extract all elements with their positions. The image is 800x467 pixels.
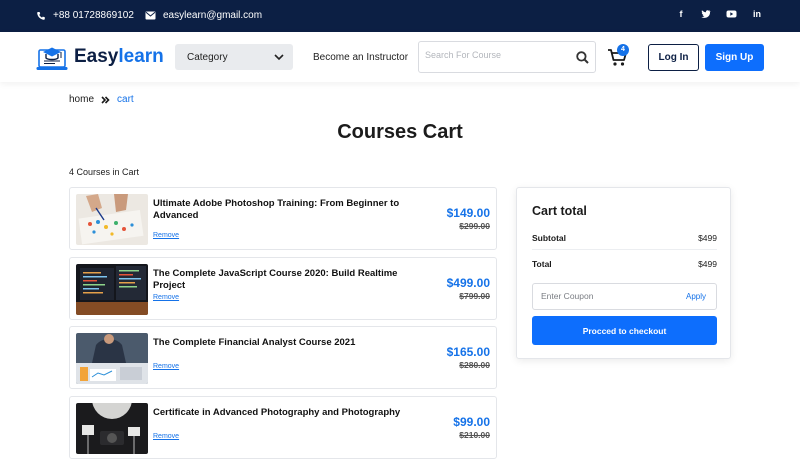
search-box (418, 41, 596, 73)
category-dropdown[interactable]: Category (175, 44, 293, 70)
remove-link[interactable]: Remove (153, 433, 179, 440)
checkout-button[interactable]: Procced to checkout (532, 316, 717, 345)
linkedin-icon[interactable]: in (752, 9, 762, 19)
brand-part-2: learn (118, 46, 164, 67)
main-header: Easylearn Category Become an Instructor … (0, 32, 800, 82)
cart-item: The Complete Financial Analyst Course 20… (69, 326, 497, 389)
email-contact: easylearn@gmail.com (145, 10, 262, 21)
laptop-graduation-cap-icon (36, 47, 68, 70)
remove-link[interactable]: Remove (153, 363, 179, 370)
social-links: f in (676, 9, 762, 19)
search-input[interactable] (425, 50, 565, 60)
course-count: 4 Courses in Cart (69, 167, 140, 177)
course-old-price: $799.00 (459, 291, 490, 301)
course-price: $165.00 (446, 345, 490, 359)
total-row: Total $499 (532, 259, 717, 269)
breadcrumb-home[interactable]: home (69, 94, 94, 105)
course-title[interactable]: The Complete JavaScript Course 2020: Bui… (153, 268, 403, 292)
become-instructor-link[interactable]: Become an Instructor (313, 52, 408, 63)
phone-icon (37, 11, 45, 20)
coupon-box: Apply (532, 283, 717, 310)
course-price: $149.00 (446, 206, 490, 220)
subtotal-row: Subtotal $499 (532, 233, 717, 243)
brand-name: Easylearn (74, 46, 164, 68)
category-label: Category (187, 51, 228, 63)
breadcrumb: home cart (69, 94, 134, 105)
total-value: $499 (698, 259, 717, 269)
youtube-icon[interactable] (726, 9, 737, 19)
cart-item: Ultimate Adobe Photoshop Training: From … (69, 187, 497, 250)
course-old-price: $299.00 (459, 221, 490, 231)
chevron-down-icon (274, 53, 284, 60)
course-title[interactable]: Ultimate Adobe Photoshop Training: From … (153, 198, 403, 222)
course-old-price: $280.00 (459, 360, 490, 370)
subtotal-value: $499 (698, 233, 717, 243)
course-thumbnail (76, 403, 148, 454)
breadcrumb-current: cart (117, 94, 134, 105)
remove-link[interactable]: Remove (153, 232, 179, 239)
phone-number: +88 01728869102 (53, 10, 134, 21)
phone-contact: +88 01728869102 (36, 10, 134, 21)
email-address: easylearn@gmail.com (163, 10, 263, 21)
course-price: $99.00 (453, 415, 490, 429)
signup-button[interactable]: Sign Up (705, 44, 764, 71)
divider (532, 249, 717, 250)
brand-part-1: Easy (74, 46, 119, 67)
cart-total-title: Cart total (532, 204, 587, 218)
total-label: Total (532, 259, 552, 269)
cart-item: The Complete JavaScript Course 2020: Bui… (69, 257, 497, 320)
course-title[interactable]: Certificate in Advanced Photography and … (153, 407, 403, 419)
search-icon[interactable] (576, 51, 589, 64)
logo[interactable]: Easylearn (36, 41, 164, 73)
coupon-input[interactable] (541, 291, 661, 301)
cart-summary: Cart total Subtotal $499 Total $499 Appl… (516, 187, 731, 359)
apply-coupon-button[interactable]: Apply (686, 292, 706, 301)
subtotal-label: Subtotal (532, 233, 566, 243)
course-thumbnail (76, 264, 148, 315)
top-bar: +88 01728869102 easylearn@gmail.com f in (0, 0, 800, 32)
course-price: $499.00 (446, 276, 490, 290)
double-chevron-right-icon (101, 95, 110, 104)
page-title: Courses Cart (337, 121, 463, 143)
course-old-price: $210.00 (459, 430, 490, 440)
twitter-icon[interactable] (701, 9, 711, 19)
course-title[interactable]: The Complete Financial Analyst Course 20… (153, 337, 403, 349)
cart-count-badge: 4 (617, 44, 629, 56)
facebook-icon[interactable]: f (676, 9, 686, 19)
course-thumbnail (76, 333, 148, 384)
login-button[interactable]: Log In (648, 44, 699, 71)
cart-item: Certificate in Advanced Photography and … (69, 396, 497, 459)
remove-link[interactable]: Remove (153, 294, 179, 301)
course-thumbnail (76, 194, 148, 245)
envelope-icon (145, 11, 156, 20)
